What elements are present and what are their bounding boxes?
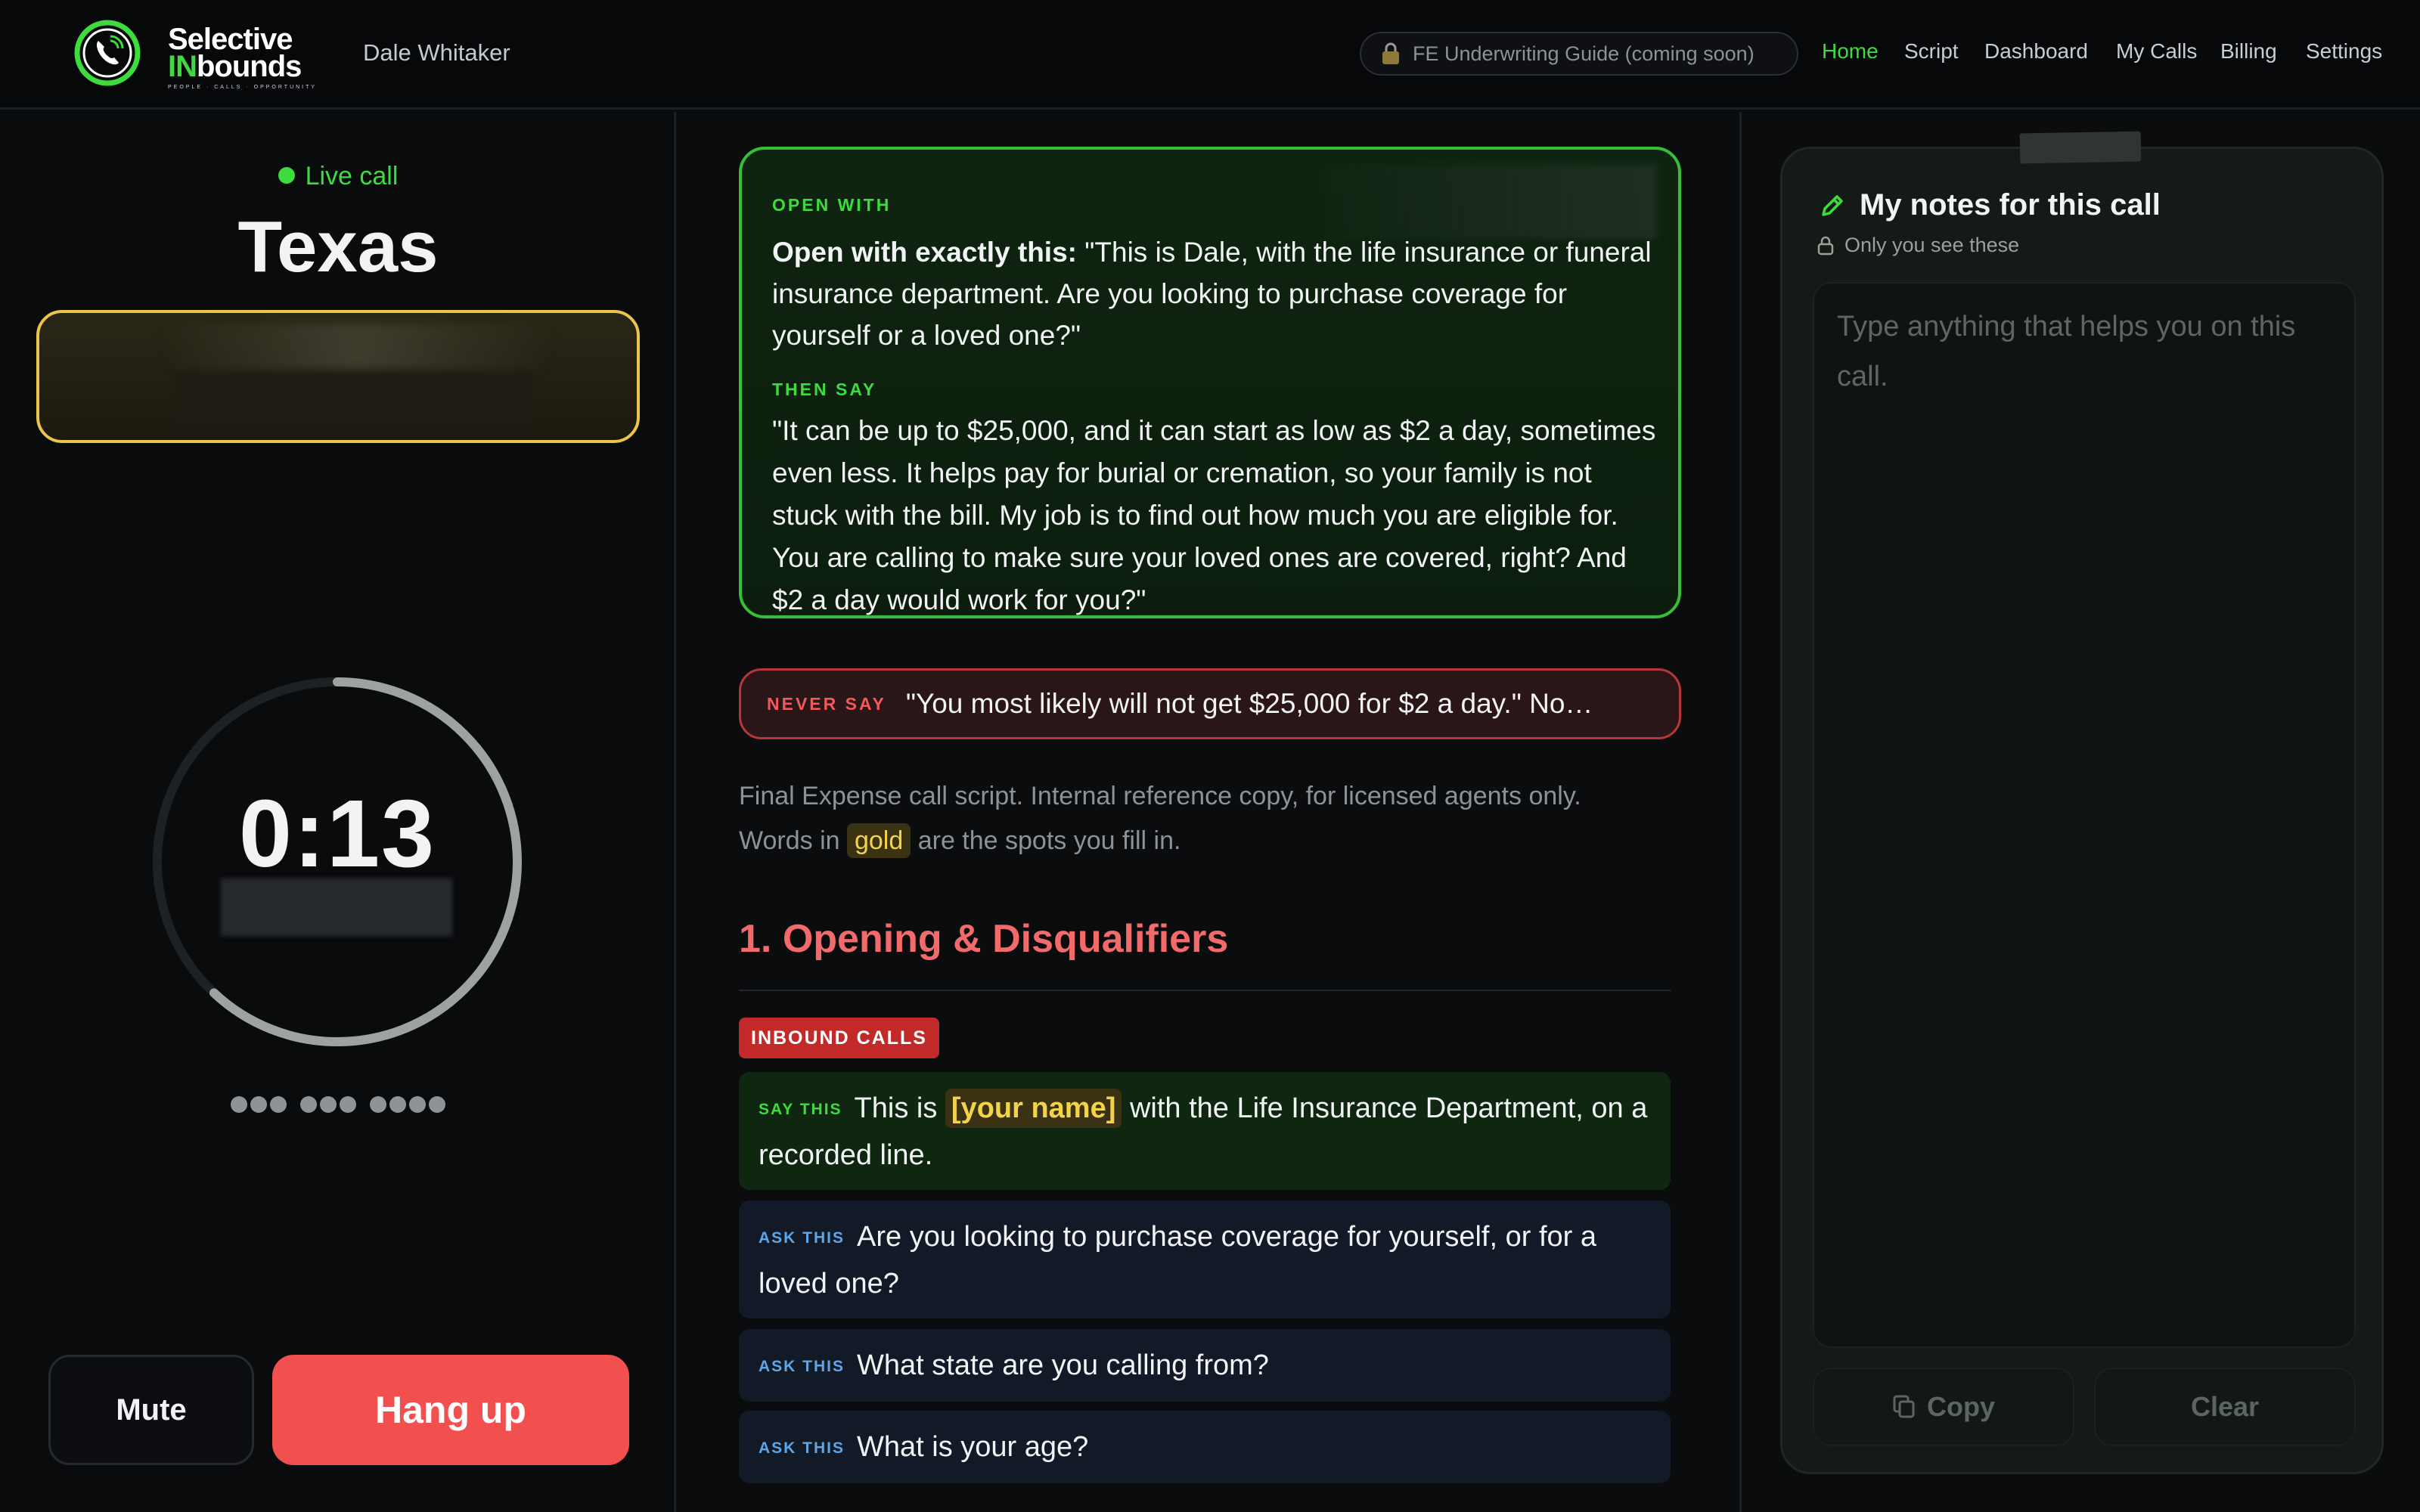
notes-subtitle-text: Only you see these [1844, 234, 2020, 256]
mute-button[interactable]: Mute [48, 1355, 254, 1465]
intro-line-2b: are the spots you fill in. [911, 826, 1181, 855]
nav-settings[interactable]: Settings [2306, 39, 2382, 64]
guide-pill-label: FE Underwriting Guide (coming soon) [1413, 42, 1754, 65]
top-bar: Selective INbounds PEOPLE · CALLS · OPPO… [0, 0, 2420, 110]
section-divider [739, 990, 1671, 991]
logo-line-2: INbounds [168, 51, 317, 82]
section-title: 1. Opening & Disqualifiers [739, 917, 1229, 961]
script-line-text: Are you looking to purchase coverage for… [759, 1221, 1596, 1300]
notes-actions: Copy Clear [1813, 1368, 2356, 1446]
script-line-ask-coverage[interactable]: ASK THIS Are you looking to purchase cove… [739, 1201, 1671, 1318]
masked-phone-number [0, 1095, 676, 1118]
never-say-label: NEVER SAY [767, 693, 886, 714]
redacted-caller-name [160, 324, 554, 369]
script-line-text: What is your age? [857, 1431, 1089, 1463]
caller-state: Texas [237, 206, 439, 287]
logo-rest: bounds [197, 50, 302, 83]
copy-button[interactable]: Copy [1813, 1368, 2074, 1446]
script-line-ask-state[interactable]: ASK THIS What state are you calling from? [739, 1329, 1671, 1402]
open-with-text: Open with exactly this: "This is Dale, w… [772, 231, 1657, 356]
redacted-timer-detail [221, 878, 452, 936]
nav-script[interactable]: Script [1904, 39, 1959, 64]
logo-accent: IN [168, 50, 197, 83]
clear-label: Clear [2190, 1391, 2260, 1422]
call-timer: 0:13 [148, 673, 526, 1051]
notes-title: My notes for this call [1860, 188, 2161, 222]
then-say-text: "It can be up to $25,000, and it can sta… [772, 415, 1656, 615]
nav-dashboard[interactable]: Dashboard [1984, 39, 2088, 64]
copy-icon [1893, 1395, 1915, 1418]
live-call-label: Live call [305, 162, 399, 191]
logo-tagline: PEOPLE · CALLS · OPPORTUNITY [168, 85, 318, 90]
ask-this-tag: ASK THIS [759, 1439, 845, 1457]
call-panel: Live call Texas 0:13 Mute Hang up [0, 112, 676, 1512]
never-say-text: "You most likely will not get $25,000 fo… [905, 688, 1593, 719]
phone-logo-icon[interactable] [73, 18, 142, 88]
notes-card: My notes for this call Only you see thes… [1780, 131, 2384, 1474]
intro-line-2a: Words in [739, 826, 847, 855]
lock-icon [1817, 236, 1834, 255]
never-say-card[interactable]: NEVER SAY "You most likely will not get … [739, 668, 1681, 739]
redacted-area [1324, 165, 1657, 239]
notes-header: My notes for this call [1819, 188, 2161, 222]
notes-subtitle: Only you see these [1817, 234, 2019, 257]
redacted-caller-detail [175, 373, 531, 426]
script-intro: Final Expense call script. Internal refe… [739, 774, 1681, 863]
say-this-tag: SAY THIS [759, 1101, 842, 1118]
underwriting-guide-pill[interactable]: FE Underwriting Guide (coming soon) [1360, 32, 1798, 76]
pencil-icon [1822, 194, 1843, 216]
open-with-label: OPEN WITH [772, 195, 892, 215]
clear-button[interactable]: Clear [2094, 1368, 2356, 1446]
copy-label: Copy [1927, 1391, 1995, 1422]
script-line-text-pre: This is [854, 1092, 945, 1124]
open-with-lead: Open with exactly this: [772, 237, 1077, 268]
script-line-ask-age[interactable]: ASK THIS What is your age? [739, 1411, 1671, 1483]
then-say-label: THEN SAY [772, 380, 877, 399]
intro-line-1: Final Expense call script. Internal refe… [739, 782, 1581, 810]
script-line-text: What state are you calling from? [857, 1349, 1269, 1381]
hang-up-button[interactable]: Hang up [272, 1355, 629, 1465]
gold-example: gold [846, 823, 911, 858]
timer-value: 0:13 [238, 780, 436, 887]
open-with-card: OPEN WITH Open with exactly this: "This … [739, 147, 1681, 618]
nav-my-calls[interactable]: My Calls [2116, 39, 2197, 64]
ask-this-tag: ASK THIS [759, 1229, 845, 1247]
live-dot-icon [278, 167, 295, 184]
nav-billing[interactable]: Billing [2220, 39, 2277, 64]
script-line-say[interactable]: SAY THIS This is [your name] with the Lif… [739, 1072, 1671, 1190]
notes-textarea[interactable]: Type anything that helps you on this cal… [1813, 282, 2356, 1348]
caller-info-box [36, 310, 640, 443]
nav-home[interactable]: Home [1822, 39, 1879, 64]
script-panel: OPEN WITH Open with exactly this: "This … [678, 112, 1742, 1512]
notes-panel: My notes for this call Only you see thes… [1744, 112, 2420, 1512]
inbound-calls-badge: INBOUND CALLS [739, 1018, 939, 1058]
ask-this-tag: ASK THIS [759, 1358, 845, 1375]
tape-decoration [2019, 131, 2142, 164]
user-name: Dale Whitaker [363, 39, 510, 66]
live-call-status: Live call [0, 162, 676, 191]
lock-icon [1382, 42, 1399, 64]
fill-in-your-name: [your name] [945, 1089, 1122, 1128]
brand-logo[interactable]: Selective INbounds PEOPLE · CALLS · OPPO… [168, 24, 317, 90]
